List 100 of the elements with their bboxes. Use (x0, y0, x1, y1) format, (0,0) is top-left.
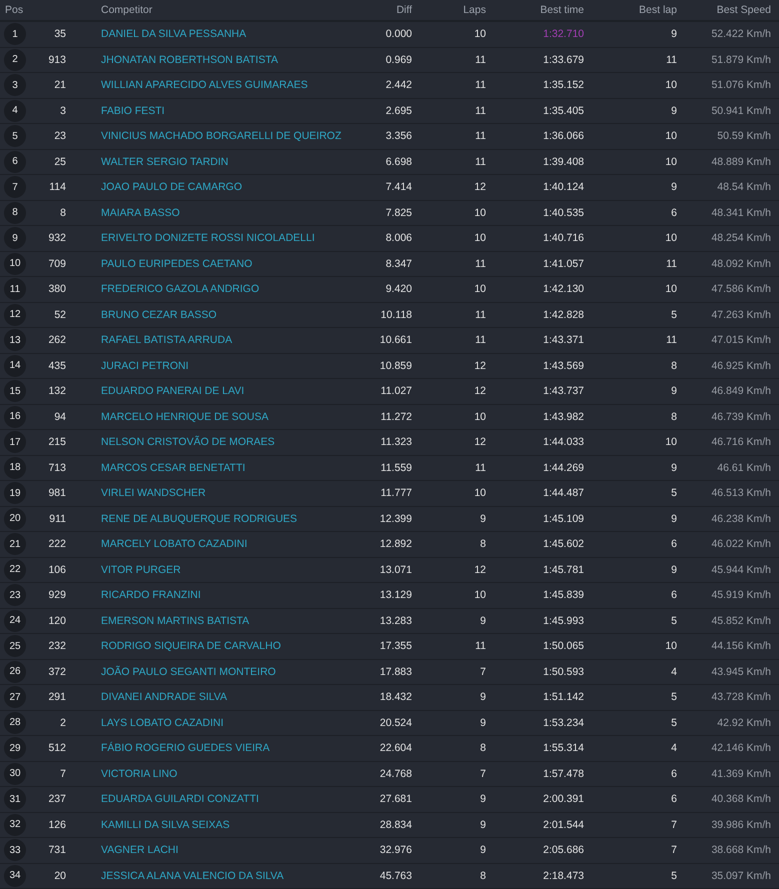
competitor-name[interactable]: MARCELY LOBATO CAZADINI (101, 538, 248, 550)
position-badge: 30 (4, 762, 26, 785)
position-badge: 21 (4, 533, 26, 556)
position-badge: 18 (4, 456, 26, 479)
position-badge: 3 (4, 74, 26, 96)
competitor-name[interactable]: RENE DE ALBUQUERQUE RODRIGUES (101, 512, 298, 525)
competitor-name[interactable]: WILLIAN APARECIDO ALVES GUIMARAES (101, 79, 308, 92)
competitor-name[interactable]: DANIEL DA SILVA PESSANHA (101, 28, 246, 40)
competitor-name[interactable]: NELSON CRISTOVÃO DE MORAES (101, 436, 275, 448)
car-number: 23 (54, 130, 66, 142)
car-number: 913 (48, 54, 66, 66)
competitor-name[interactable]: MARCOS CESAR BENETATTI (101, 462, 246, 474)
competitor-name[interactable]: JOÃO PAULO SEGANTI MONTEIRO (101, 666, 276, 678)
diff-value: 10.118 (380, 308, 412, 321)
competitor-name[interactable]: JURACI PETRONI (101, 360, 189, 372)
competitor-name[interactable]: JHONATAN ROBERTHSON BATISTA (101, 54, 278, 66)
competitor-name[interactable]: RICARDO FRANZINI (101, 589, 201, 602)
competitor-name[interactable]: WALTER SERGIO TARDIN (101, 156, 228, 168)
competitor-name[interactable]: FREDERICO GAZOLA ANDRIGO (101, 283, 260, 296)
column-header: Diff (396, 4, 412, 16)
position-badge: 13 (4, 329, 26, 352)
competitor-name[interactable]: EDUARDA GUILARDI CONZATTI (101, 793, 259, 806)
best-time-value: 1:45.781 (543, 564, 584, 576)
competitor-name[interactable]: RAFAEL BATISTA ARRUDA (101, 334, 232, 346)
diff-value: 11.272 (380, 410, 412, 423)
car-number: 132 (48, 385, 66, 398)
competitor-name[interactable]: MAIARA BASSO (101, 206, 180, 219)
best-speed-value: 46.513 Km/h (711, 487, 771, 500)
laps-value: 11 (475, 640, 486, 652)
car-number: 21 (54, 79, 66, 92)
diff-value: 2.442 (386, 79, 412, 92)
position-badge: 26 (4, 660, 26, 683)
column-header: Best time (540, 4, 584, 16)
column-header: Competitor (101, 4, 152, 16)
best-speed-value: 43.945 Km/h (711, 666, 771, 678)
competitor-name[interactable]: LAYS LOBATO CAZADINI (101, 716, 224, 729)
best-lap-value: 7 (671, 844, 677, 856)
position-badge: 23 (4, 584, 26, 606)
best-speed-value: 42.146 Km/h (711, 742, 771, 754)
position-badge: 22 (4, 558, 26, 581)
car-number: 222 (48, 538, 66, 550)
position-badge: 14 (4, 354, 26, 377)
competitor-name[interactable]: KAMILLI DA SILVA SEIXAS (101, 818, 230, 831)
best-speed-value: 43.728 Km/h (711, 691, 771, 704)
laps-value: 10 (474, 283, 486, 296)
best-lap-value: 7 (671, 818, 677, 831)
best-time-value: 1:42.828 (543, 308, 584, 321)
best-time-value: 1:44.269 (543, 462, 584, 474)
position-badge: 8 (4, 202, 26, 224)
competitor-name[interactable]: JESSICA ALANA VALENCIO DA SILVA (101, 870, 284, 882)
competitor-name[interactable]: BRUNO CEZAR BASSO (101, 308, 217, 321)
competitor-name[interactable]: VITOR PURGER (101, 564, 181, 576)
competitor-name[interactable]: EDUARDO PANERAI DE LAVI (101, 385, 244, 398)
competitor-name[interactable]: VICTORIA LINO (101, 768, 178, 780)
car-number: 709 (48, 258, 66, 270)
competitor-name[interactable]: JOAO PAULO DE CAMARGO (101, 181, 242, 194)
laps-value: 11 (475, 79, 486, 92)
car-number: 932 (48, 232, 66, 244)
car-number: 380 (48, 283, 66, 296)
position-badge: 16 (4, 406, 26, 428)
diff-value: 17.355 (380, 640, 412, 652)
car-number: 120 (48, 614, 66, 627)
competitor-name[interactable]: FÁBIO ROGERIO GUEDES VIEIRA (101, 742, 270, 754)
best-time-value: 1:43.371 (543, 334, 584, 346)
position-badge: 17 (4, 431, 26, 454)
best-time-value: 1:51.142 (543, 691, 584, 704)
competitor-name[interactable]: DIVANEI ANDRADE SILVA (101, 691, 228, 704)
best-time-value: 1:40.124 (543, 181, 584, 194)
competitor-name[interactable]: FABIO FESTI (101, 104, 165, 117)
position-badge: 25 (4, 635, 26, 658)
best-speed-value: 48.092 Km/h (711, 258, 771, 270)
position-badge: 20 (4, 508, 26, 530)
diff-value: 13.283 (380, 614, 412, 627)
diff-value: 7.825 (386, 206, 412, 219)
best-lap-value: 6 (671, 589, 677, 602)
car-number: 237 (48, 793, 66, 806)
competitor-name[interactable]: MARCELO HENRIQUE DE SOUSA (101, 410, 268, 423)
competitor-name[interactable]: RODRIGO SIQUEIRA DE CARVALHO (101, 640, 281, 652)
diff-value: 18.432 (380, 691, 412, 704)
position-badge: 15 (4, 380, 26, 402)
competitor-name[interactable]: VINICIUS MACHADO BORGARELLI DE QUEIROZ (101, 130, 342, 142)
laps-value: 11 (475, 104, 486, 117)
best-speed-value: 48.254 Km/h (711, 232, 771, 244)
position-badge: 12 (4, 304, 26, 326)
diff-value: 10.661 (380, 334, 412, 346)
best-time-value: 1:43.569 (543, 360, 584, 372)
best-speed-value: 48.341 Km/h (711, 206, 771, 219)
competitor-name[interactable]: EMERSON MARTINS BATISTA (101, 614, 250, 627)
competitor-name[interactable]: VIRLEI WANDSCHER (101, 487, 206, 500)
best-speed-value: 46.238 Km/h (711, 512, 771, 525)
diff-value: 12.892 (380, 538, 412, 550)
diff-value: 11.559 (380, 462, 412, 474)
best-lap-value: 10 (665, 156, 677, 168)
best-time-value: 1:53.234 (543, 716, 584, 729)
competitor-name[interactable]: PAULO EURIPEDES CAETANO (101, 258, 252, 270)
competitor-name[interactable]: ERIVELTO DONIZETE ROSSI NICOLADELLI (101, 232, 315, 244)
competitor-name[interactable]: VAGNER LACHI (101, 844, 178, 856)
best-lap-value: 9 (671, 564, 677, 576)
best-time-value: 1:45.602 (543, 538, 584, 550)
best-lap-value: 4 (671, 666, 677, 678)
